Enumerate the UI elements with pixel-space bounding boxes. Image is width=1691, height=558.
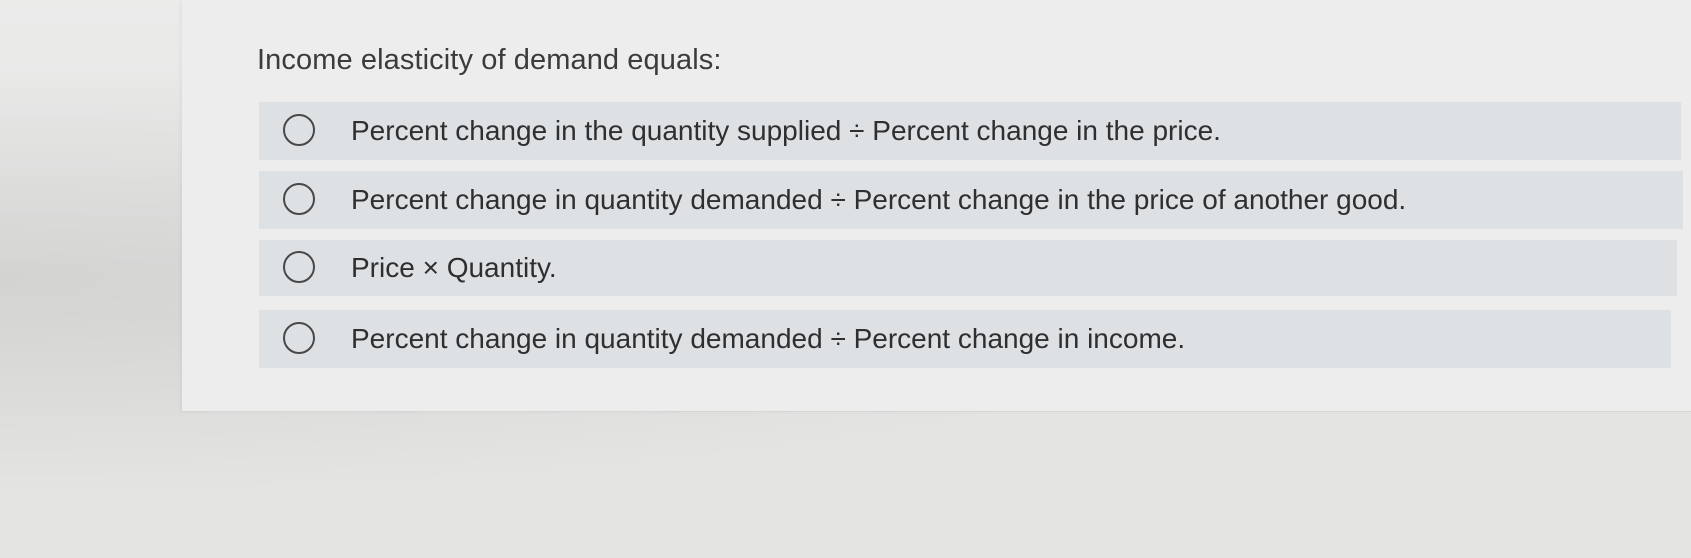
radio-button-icon[interactable]	[283, 114, 315, 146]
answer-option-label: Percent change in the quantity supplied …	[351, 115, 1221, 146]
answer-option-label: Percent change in quantity demanded ÷ Pe…	[351, 184, 1407, 215]
answer-option-1[interactable]: Percent change in the quantity supplied …	[259, 102, 1681, 160]
answer-option-label: Price × Quantity.	[351, 252, 557, 283]
radio-button-icon[interactable]	[283, 251, 315, 283]
answer-option-2[interactable]: Percent change in quantity demanded ÷ Pe…	[259, 171, 1683, 229]
question-text: Income elasticity of demand equals:	[257, 44, 722, 76]
answer-option-label: Percent change in quantity demanded ÷ Pe…	[351, 323, 1186, 354]
radio-button-icon[interactable]	[283, 322, 315, 354]
radio-button-icon[interactable]	[283, 183, 315, 215]
answer-option-4[interactable]: Percent change in quantity demanded ÷ Pe…	[259, 310, 1671, 368]
answer-option-3[interactable]: Price × Quantity.	[259, 240, 1677, 296]
